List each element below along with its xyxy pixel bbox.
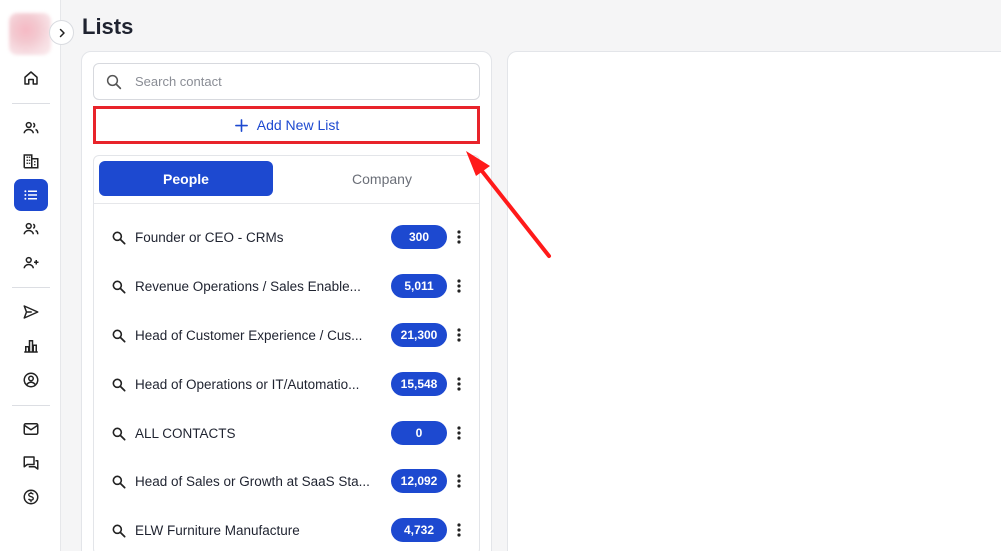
tab-people[interactable]: People — [99, 161, 273, 196]
lists-icon — [24, 190, 37, 200]
list-name: Head of Sales or Growth at SaaS Sta... — [135, 474, 370, 489]
sidebar-item-account[interactable] — [14, 364, 48, 396]
avatar[interactable] — [9, 13, 51, 55]
list-item[interactable]: Head of Customer Experience / Cus... 21,… — [94, 319, 479, 359]
add-person-icon — [23, 256, 39, 269]
company-icon — [23, 154, 39, 169]
contacts-icon — [23, 121, 39, 134]
more-vertical-icon — [457, 426, 461, 440]
add-new-list-label: Add New List — [256, 117, 340, 133]
more-vertical-icon — [457, 377, 461, 391]
sidebar-item-chat[interactable] — [14, 447, 48, 479]
sidebar-item-mail[interactable] — [14, 413, 48, 445]
analytics-icon — [24, 340, 38, 353]
list-name: Head of Customer Experience / Cus... — [135, 328, 363, 343]
add-new-list-button[interactable]: Add New List — [93, 106, 480, 144]
sidebar-divider — [12, 103, 50, 104]
tabs: People Company — [99, 161, 474, 196]
list-container: People Company Founder or CEO - CRMs 300… — [93, 155, 480, 551]
send-icon — [23, 305, 39, 319]
more-options-button[interactable] — [452, 471, 466, 491]
list-count-badge: 21,300 — [391, 323, 447, 347]
list-item[interactable]: Founder or CEO - CRMs 300 — [94, 221, 479, 261]
tabs-divider — [94, 203, 479, 204]
list-name: ELW Furniture Manufacture — [135, 523, 300, 538]
search-input[interactable] — [135, 64, 465, 99]
more-options-button[interactable] — [452, 325, 466, 345]
list-count-badge: 15,548 — [391, 372, 447, 396]
list-name: Head of Operations or IT/Automatio... — [135, 377, 360, 392]
account-icon — [23, 372, 39, 388]
more-options-button[interactable] — [452, 227, 466, 247]
search-icon — [106, 74, 122, 90]
people-icon — [23, 222, 39, 235]
list-count-badge: 5,011 — [391, 274, 447, 298]
sidebar-item-add-person[interactable] — [14, 247, 48, 279]
more-options-button[interactable] — [452, 520, 466, 540]
sidebar-divider — [12, 287, 50, 288]
list-name: ALL CONTACTS — [135, 426, 236, 441]
chevron-right-icon — [59, 28, 65, 37]
list-name: Founder or CEO - CRMs — [135, 230, 284, 245]
search-icon — [112, 427, 126, 441]
search-icon — [112, 329, 126, 343]
list-item[interactable]: Revenue Operations / Sales Enable... 5,0… — [94, 270, 479, 310]
mail-icon — [23, 423, 39, 435]
sidebar-item-home[interactable] — [14, 62, 48, 94]
sidebar-item-contacts[interactable] — [14, 112, 48, 144]
page-title: Lists — [82, 14, 134, 39]
list-count-badge: 0 — [391, 421, 447, 445]
more-vertical-icon — [457, 279, 461, 293]
sidebar-item-send[interactable] — [14, 296, 48, 328]
more-vertical-icon — [457, 328, 461, 342]
more-options-button[interactable] — [452, 374, 466, 394]
list-item[interactable]: Head of Operations or IT/Automatio... 15… — [94, 368, 479, 408]
list-name: Revenue Operations / Sales Enable... — [135, 279, 361, 294]
more-vertical-icon — [457, 474, 461, 488]
sidebar — [0, 0, 61, 551]
search-box — [93, 63, 480, 100]
list-count-badge: 4,732 — [391, 518, 447, 542]
sidebar-item-lists[interactable] — [14, 179, 48, 211]
search-icon — [112, 524, 126, 538]
detail-panel — [507, 51, 1001, 551]
sidebar-collapse-button[interactable] — [49, 20, 74, 45]
billing-icon — [23, 489, 39, 505]
list-item[interactable]: ALL CONTACTS 0 — [94, 417, 479, 457]
chat-icon — [23, 456, 39, 470]
sidebar-item-billing[interactable] — [14, 481, 48, 513]
home-icon — [24, 71, 38, 85]
list-item[interactable]: ELW Furniture Manufacture 4,732 — [94, 514, 479, 551]
sidebar-item-companies[interactable] — [14, 145, 48, 177]
search-icon — [112, 280, 126, 294]
search-icon — [112, 231, 126, 245]
more-vertical-icon — [457, 523, 461, 537]
plus-icon — [234, 118, 248, 132]
sidebar-divider — [12, 405, 50, 406]
more-options-button[interactable] — [452, 276, 466, 296]
more-options-button[interactable] — [452, 423, 466, 443]
more-vertical-icon — [457, 230, 461, 244]
sidebar-item-people[interactable] — [14, 213, 48, 245]
list-count-badge: 12,092 — [391, 469, 447, 493]
tab-company[interactable]: Company — [295, 161, 469, 196]
search-icon — [112, 475, 126, 489]
sidebar-item-analytics[interactable] — [14, 330, 48, 362]
list-item[interactable]: Head of Sales or Growth at SaaS Sta... 1… — [94, 465, 479, 505]
list-count-badge: 300 — [391, 225, 447, 249]
search-icon — [112, 378, 126, 392]
